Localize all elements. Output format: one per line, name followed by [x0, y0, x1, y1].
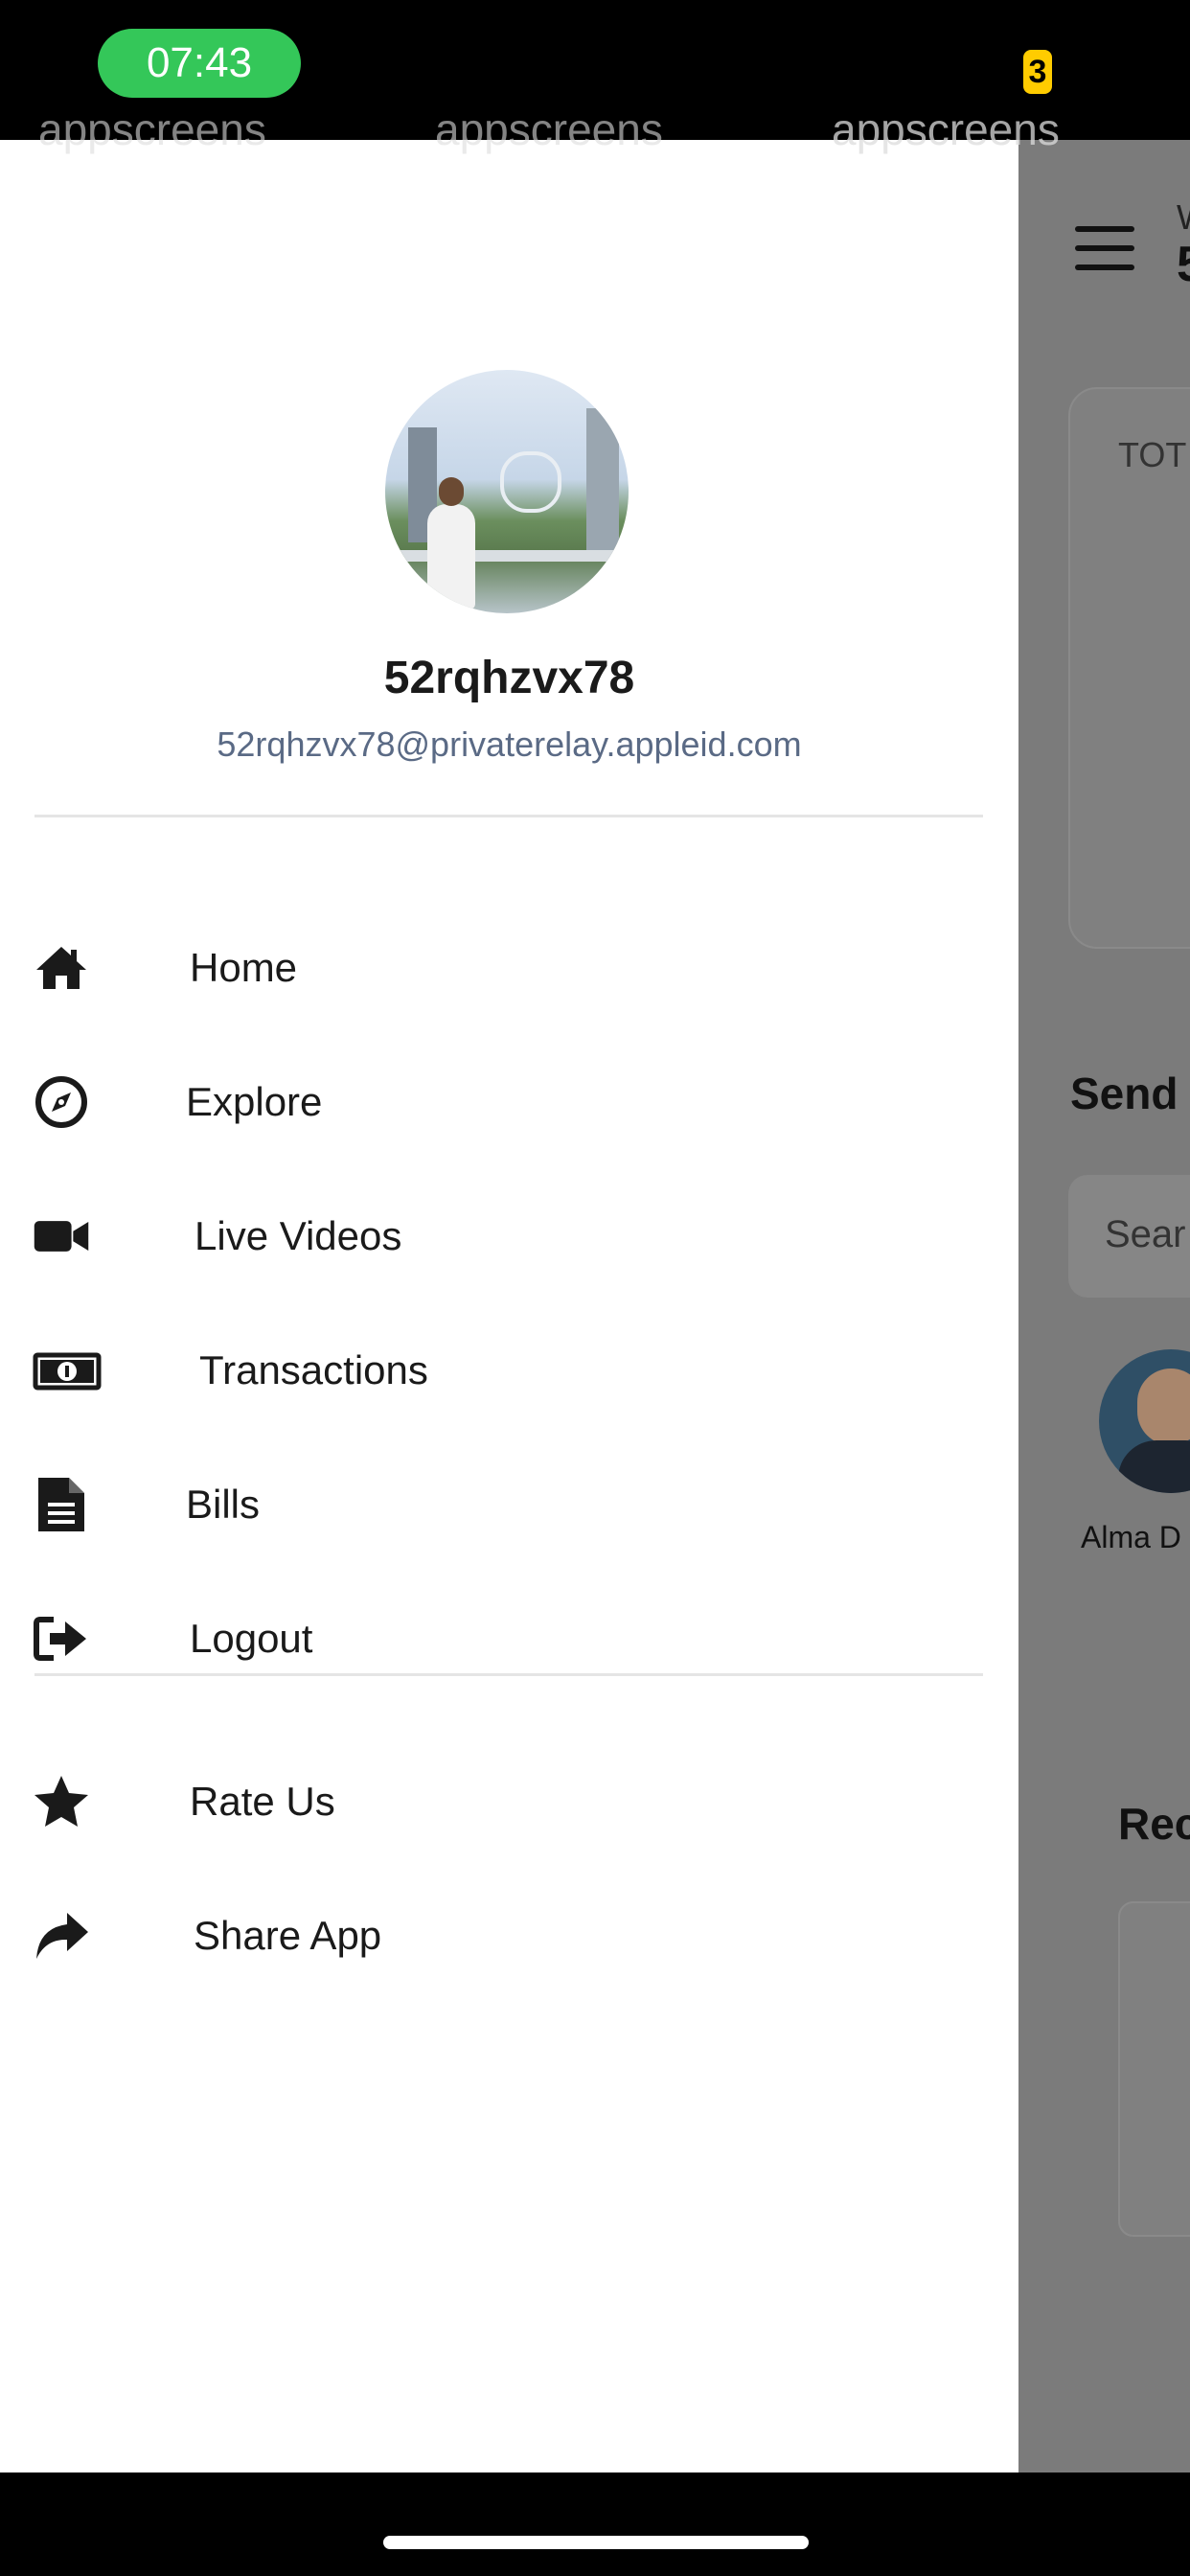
menu-item-transactions[interactable]: Transactions [0, 1313, 1018, 1428]
watermark-text: appscreens [435, 104, 663, 154]
recent-card [1118, 1901, 1190, 2237]
profile-avatar[interactable] [385, 370, 629, 613]
navigation-drawer: 52rqhzvx78 52rqhzvx78@privaterelay.apple… [0, 140, 1018, 2472]
menu-item-share-app[interactable]: Share App [0, 1878, 1018, 1993]
sign-out-icon [34, 1617, 86, 1661]
divider [34, 1673, 983, 1676]
menu-item-label: Transactions [199, 1347, 428, 1392]
contact-avatar[interactable] [1099, 1349, 1190, 1493]
profile-username: 52rqhzvx78 [383, 653, 635, 703]
profile-email: 52rqhzvx78@privaterelay.appleid.com [217, 724, 802, 764]
menu-item-label: Explore [186, 1079, 323, 1124]
menu-item-label: Live Videos [195, 1213, 402, 1258]
status-time: 07:43 [98, 29, 301, 98]
money-bill-icon [33, 1352, 102, 1391]
menu-item-explore[interactable]: Explore [0, 1045, 1018, 1160]
name-partial: 5 [1177, 236, 1190, 293]
video-camera-icon [34, 1221, 89, 1252]
home-icon [36, 947, 86, 989]
divider [34, 815, 983, 817]
file-document-icon [38, 1478, 84, 1531]
menu-item-rate-us[interactable]: Rate Us [0, 1744, 1018, 1859]
menu-item-bills[interactable]: Bills [0, 1447, 1018, 1562]
menu-item-logout[interactable]: Logout [0, 1581, 1018, 1696]
contact-name-partial: Alma D [1081, 1520, 1181, 1554]
menu-item-label: Rate Us [190, 1779, 335, 1824]
watermark-text: appscreens [38, 104, 266, 154]
background-screen[interactable]: W 5 TOT Send Sear Alma D Rec [1018, 140, 1190, 2472]
menu-item-home[interactable]: Home [0, 910, 1018, 1025]
send-title-partial: Send [1070, 1069, 1179, 1118]
menu-item-label: Home [190, 945, 298, 990]
search-placeholder-partial: Sear [1105, 1213, 1186, 1255]
menu-item-label: Bills [186, 1482, 261, 1527]
watermark-text: appscreens [832, 104, 1060, 154]
hamburger-menu-icon[interactable] [1075, 226, 1134, 270]
battery-indicator: 3 [1023, 50, 1052, 94]
menu-item-label: Logout [190, 1616, 313, 1661]
total-label-partial: TOT [1118, 435, 1187, 474]
recent-title-partial: Rec [1118, 1799, 1190, 1849]
menu-item-label: Share App [194, 1913, 382, 1958]
star-icon [34, 1776, 88, 1827]
compass-icon [35, 1076, 87, 1128]
share-arrow-icon [36, 1913, 88, 1959]
greeting-partial: W [1177, 197, 1190, 238]
menu-item-live-videos[interactable]: Live Videos [0, 1179, 1018, 1294]
home-indicator[interactable] [383, 2536, 809, 2549]
